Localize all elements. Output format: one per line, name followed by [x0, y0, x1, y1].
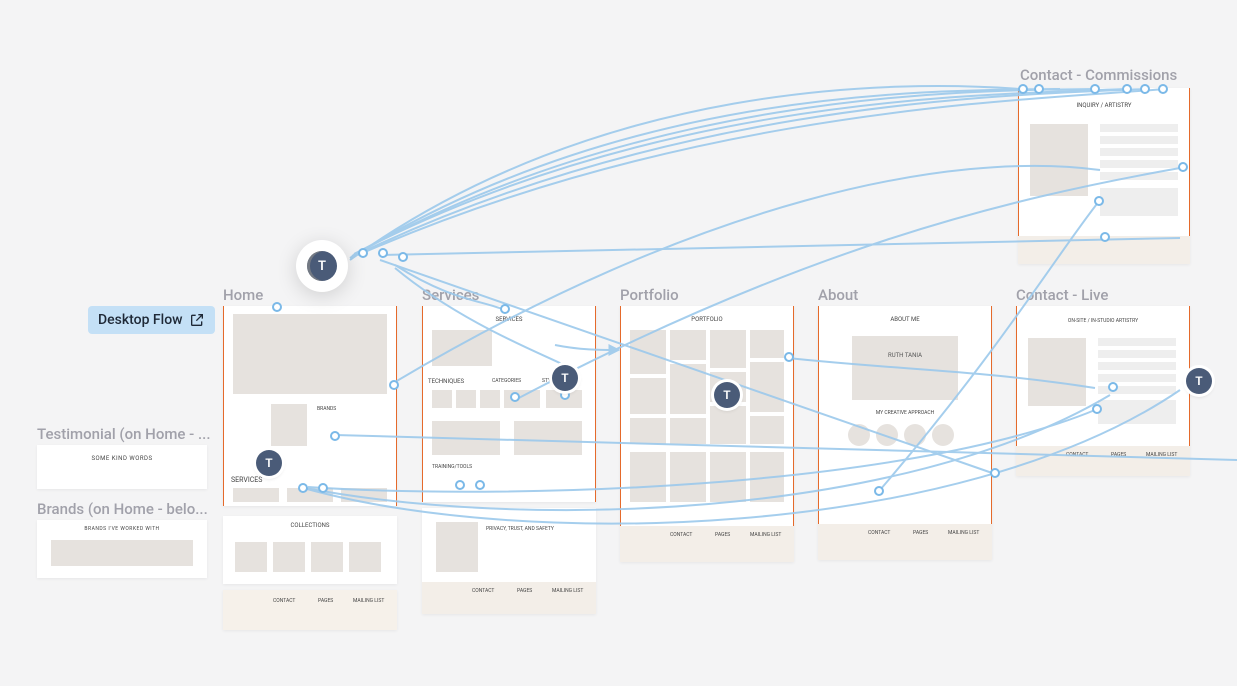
- page-frame-contact-live[interactable]: ON-SITE / IN-STUDIO ARTISTRY CONTACT PAG…: [1016, 306, 1190, 476]
- port[interactable]: [1122, 84, 1132, 94]
- footer-col3a: MAILING LIST: [353, 598, 384, 604]
- flow-badge-label: Desktop Flow: [98, 312, 183, 328]
- port[interactable]: [1100, 232, 1110, 242]
- avatar-letter: T: [307, 251, 337, 281]
- commissions-heading: INQUIRY / ARTISTRY: [1018, 102, 1190, 109]
- about-name: RUTH TANIA: [818, 352, 992, 359]
- port[interactable]: [1108, 382, 1118, 392]
- contact-live-heading: ON-SITE / IN-STUDIO ARTISTRY: [1016, 318, 1190, 324]
- port[interactable]: [510, 392, 520, 402]
- flow-badge[interactable]: Desktop Flow: [88, 306, 215, 334]
- page-label-contact-commissions: Contact - Commissions: [1020, 66, 1177, 84]
- footer-col2d: PAGES: [913, 530, 928, 536]
- port[interactable]: [1158, 84, 1168, 94]
- port[interactable]: [874, 486, 884, 496]
- services-heading: SERVICES: [422, 316, 596, 323]
- port[interactable]: [398, 252, 408, 262]
- port[interactable]: [1178, 162, 1188, 172]
- port[interactable]: [298, 483, 308, 493]
- testimonial-heading: SOME KIND WORDS: [37, 455, 207, 462]
- port[interactable]: [1034, 84, 1044, 94]
- home-hero-caption: BRANDS: [317, 406, 377, 412]
- port[interactable]: [560, 390, 570, 400]
- services-training: TRAINING/TOOLS: [432, 464, 472, 470]
- footer-col3c: MAILING LIST: [750, 532, 781, 538]
- footer-col2a: PAGES: [318, 598, 333, 604]
- footer-col1d: CONTACT: [868, 530, 890, 536]
- page-frame-portfolio[interactable]: PORTFOLIO CONTACT PAGES MAILING LIST: [620, 306, 794, 562]
- footer-col2b: PAGES: [517, 588, 532, 594]
- port[interactable]: [1140, 84, 1150, 94]
- services-techniques: TECHNIQUES: [428, 378, 464, 385]
- main-avatar-node[interactable]: T: [296, 240, 348, 292]
- brands-heading: BRANDS I'VE WORKED WITH: [37, 526, 207, 532]
- port[interactable]: [1090, 84, 1100, 94]
- component-frame-brands[interactable]: BRANDS I'VE WORKED WITH: [37, 520, 207, 578]
- footer-col1c: CONTACT: [670, 532, 692, 538]
- footer-col3d: MAILING LIST: [948, 530, 979, 536]
- port[interactable]: [990, 468, 1000, 478]
- port[interactable]: [389, 380, 399, 390]
- component-label-testimonial: Testimonial (on Home - ...: [37, 425, 211, 443]
- port[interactable]: [784, 352, 794, 362]
- avatar-node[interactable]: T: [714, 382, 740, 408]
- port[interactable]: [500, 304, 510, 314]
- about-sub: MY CREATIVE APPROACH: [818, 410, 992, 416]
- avatar-node[interactable]: T: [1186, 368, 1212, 394]
- page-frame-home-footer[interactable]: CONTACT PAGES MAILING LIST: [223, 590, 397, 630]
- footer-col1a: CONTACT: [273, 598, 295, 604]
- port[interactable]: [1018, 84, 1028, 94]
- flow-canvas[interactable]: Desktop Flow Testimonial (on Home - ... …: [0, 0, 1237, 686]
- port[interactable]: [1094, 196, 1104, 206]
- port[interactable]: [358, 248, 368, 258]
- footer-col2e: PAGES: [1111, 452, 1126, 458]
- page-frame-about[interactable]: ABOUT ME RUTH TANIA MY CREATIVE APPROACH…: [818, 306, 992, 560]
- page-label-services: Services: [422, 286, 479, 304]
- about-heading: ABOUT ME: [818, 316, 992, 323]
- services-categories: CATEGORIES: [492, 378, 521, 384]
- footer-col1b: CONTACT: [472, 588, 494, 594]
- page-frame-home-hero[interactable]: BRANDS SERVICES: [223, 306, 397, 506]
- component-frame-testimonial[interactable]: SOME KIND WORDS: [37, 445, 207, 489]
- port[interactable]: [318, 483, 328, 493]
- page-label-portfolio: Portfolio: [620, 286, 679, 304]
- port[interactable]: [1092, 404, 1102, 414]
- port[interactable]: [455, 480, 465, 490]
- services-privacy: PRIVACY, TRUST, AND SAFETY: [486, 526, 554, 532]
- footer-col3e: MAILING LIST: [1146, 452, 1177, 458]
- home-collections-label: COLLECTIONS: [223, 522, 397, 529]
- page-frame-home-collections[interactable]: COLLECTIONS: [223, 516, 397, 584]
- component-label-brands: Brands (on Home - belo...: [37, 500, 208, 518]
- page-label-about: About: [818, 286, 858, 304]
- port[interactable]: [378, 248, 388, 258]
- home-services-label: SERVICES: [231, 476, 262, 484]
- portfolio-heading: PORTFOLIO: [620, 316, 794, 323]
- page-label-contact-live: Contact - Live: [1016, 286, 1108, 304]
- footer-col3b: MAILING LIST: [552, 588, 583, 594]
- port[interactable]: [272, 302, 282, 312]
- page-frame-services-top[interactable]: SERVICES TECHNIQUES CATEGORIES STYLE TYP…: [422, 306, 596, 502]
- port[interactable]: [330, 431, 340, 441]
- page-frame-services-trust[interactable]: PRIVACY, TRUST, AND SAFETY CONTACT PAGES…: [422, 508, 596, 614]
- port[interactable]: [475, 480, 485, 490]
- avatar-node[interactable]: T: [256, 450, 282, 476]
- footer-col1e: CONTACT: [1066, 452, 1088, 458]
- external-link-icon: [189, 312, 205, 328]
- footer-col2c: PAGES: [715, 532, 730, 538]
- page-label-home: Home: [223, 286, 263, 304]
- avatar-node[interactable]: T: [552, 365, 578, 391]
